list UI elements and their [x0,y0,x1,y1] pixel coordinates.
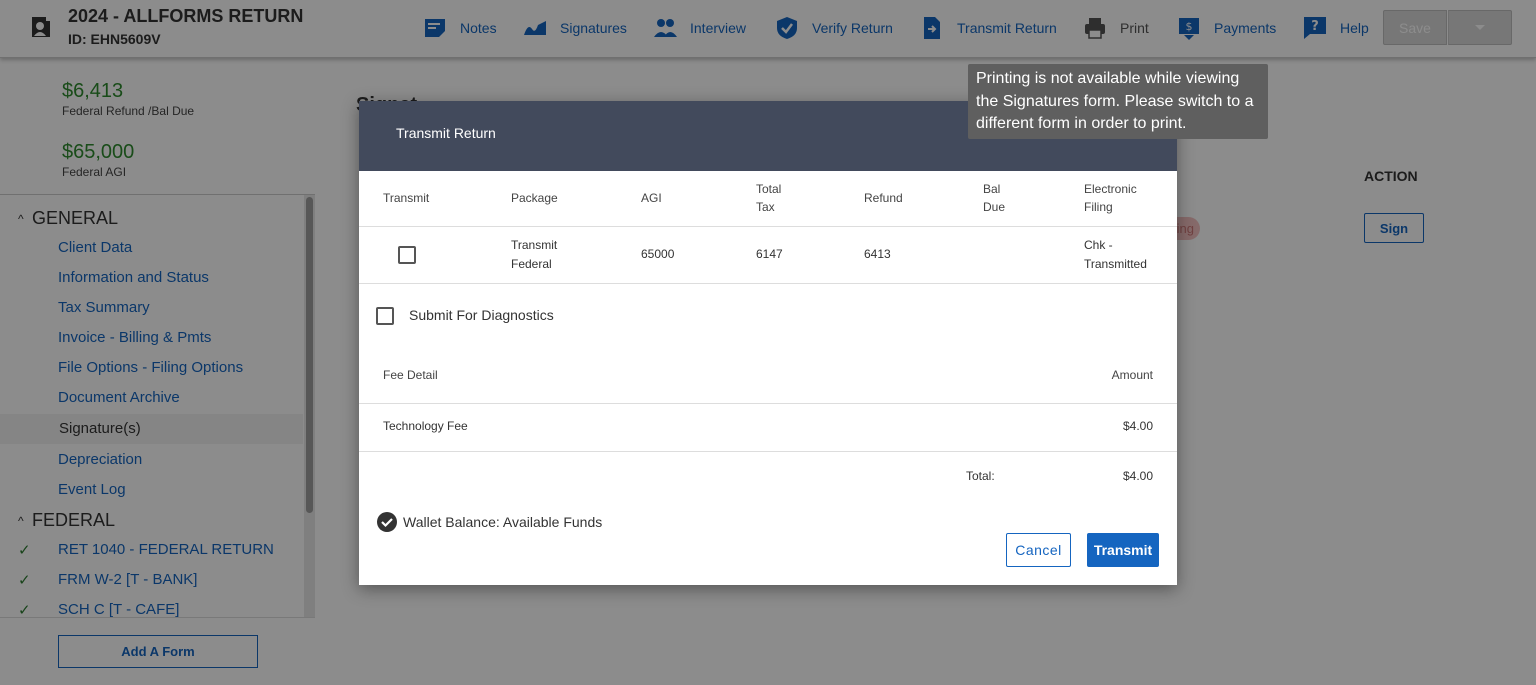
row-efile-line2: Transmitted [1084,257,1147,271]
submit-diagnostics-label: Submit For Diagnostics [409,307,554,323]
col-header-total-tax-line1: Total [756,182,782,196]
fee-total-label: Total: [966,469,995,483]
row-agi: 65000 [641,247,675,261]
transmit-federal-checkbox[interactable] [398,246,416,264]
transmit-return-dialog: Transmit Return Transmit Package AGI Tot… [359,101,1177,585]
dialog-title: Transmit Return [396,125,496,141]
table-header-divider [359,226,1177,227]
table-row-divider [359,283,1177,284]
col-header-refund: Refund [864,191,903,205]
col-header-bal-due-line2: Due [983,200,1006,214]
fee-total-value: $4.00 [1122,469,1153,483]
cancel-button[interactable]: Cancel [1006,533,1071,567]
col-header-transmit: Transmit [383,191,430,205]
fee-detail-header: Fee Detail [383,368,438,382]
fee-row-divider [359,451,1177,452]
fee-header-divider [359,403,1177,404]
col-header-efile-line1: Electronic [1084,182,1137,196]
row-efile-line1: Chk - [1084,238,1113,252]
row-refund: 6413 [864,247,891,261]
col-header-package: Package [511,191,558,205]
col-header-agi: AGI [641,191,662,205]
row-total-tax: 6147 [756,247,783,261]
row-package-line2: Federal [511,257,552,271]
col-header-bal-due-line1: Bal [983,182,1001,196]
fee-amount: $4.00 [1122,419,1153,433]
transmit-button[interactable]: Transmit [1087,533,1159,567]
col-header-efile-line2: Filing [1084,200,1113,214]
row-package-line1: Transmit [511,238,558,252]
fee-name: Technology Fee [383,419,468,433]
wallet-balance-label: Wallet Balance: Available Funds [403,514,603,530]
col-header-total-tax-line2: Tax [756,200,775,214]
submit-diagnostics-checkbox[interactable] [376,307,394,325]
wallet-balance-row: Wallet Balance: Available Funds [376,511,602,533]
check-circle-icon [377,512,397,532]
fee-amount-header: Amount [1111,368,1153,382]
print-disabled-tooltip: Printing is not available while viewing … [968,64,1268,139]
